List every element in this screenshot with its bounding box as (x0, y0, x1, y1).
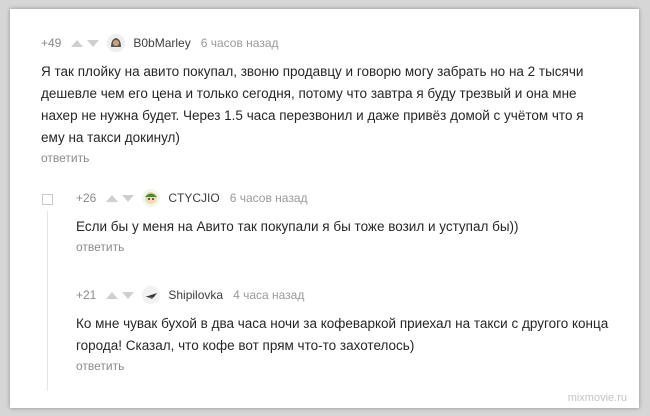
comment-meta: +26 CTYCJIO 6 часов назад (76, 188, 616, 208)
downvote-icon[interactable] (122, 291, 135, 299)
score: +49 (41, 36, 62, 50)
comment-meta: +21 Shipilovka 4 часа назад (76, 285, 616, 305)
upvote-icon[interactable] (71, 39, 84, 47)
score: +26 (76, 191, 97, 205)
bob-marley-avatar-icon (107, 34, 126, 52)
spaceship-avatar-icon (142, 286, 161, 304)
author-name[interactable]: B0bMarley (133, 36, 190, 50)
score: +21 (76, 288, 97, 302)
comment-meta: +49 B0bMarley 6 часов назад (41, 33, 601, 53)
avatar[interactable] (107, 34, 126, 52)
collapse-thread-icon[interactable] (42, 194, 53, 205)
author-name[interactable]: Shipilovka (168, 288, 223, 302)
reply-link[interactable]: ответить (76, 240, 616, 254)
comment-text: Если бы у меня на Авито так покупали я б… (76, 219, 519, 234)
comment-1: +49 B0bMarley 6 часов назад Я так плойку… (41, 33, 601, 165)
downvote-icon[interactable] (122, 194, 135, 202)
avatar[interactable] (142, 189, 161, 207)
cartoon-avatar-icon (142, 189, 161, 207)
watermark: mixmovie.ru (567, 392, 627, 404)
comment-3: +21 Shipilovka 4 часа назад Ко мне чувак… (76, 285, 616, 373)
author-name[interactable]: CTYCJIO (168, 191, 219, 205)
upvote-icon[interactable] (106, 291, 119, 299)
downvote-icon[interactable] (87, 39, 100, 47)
thread-line (47, 211, 48, 391)
avatar[interactable] (142, 286, 161, 304)
comment-text: Я так плойку на авито покупал, звоню про… (41, 64, 584, 145)
comment-2: +26 CTYCJIO 6 часов назад Если бы у меня… (76, 188, 616, 254)
timestamp: 6 часов назад (229, 191, 308, 205)
upvote-icon[interactable] (106, 194, 119, 202)
timestamp: 4 часа назад (233, 288, 305, 302)
comments-panel: +49 B0bMarley 6 часов назад Я так плойку… (10, 9, 639, 408)
reply-link[interactable]: ответить (41, 151, 601, 165)
timestamp: 6 часов назад (200, 36, 279, 50)
reply-link[interactable]: ответить (76, 359, 616, 373)
comment-text: Ко мне чувак бухой в два часа ночи за ко… (76, 316, 609, 353)
